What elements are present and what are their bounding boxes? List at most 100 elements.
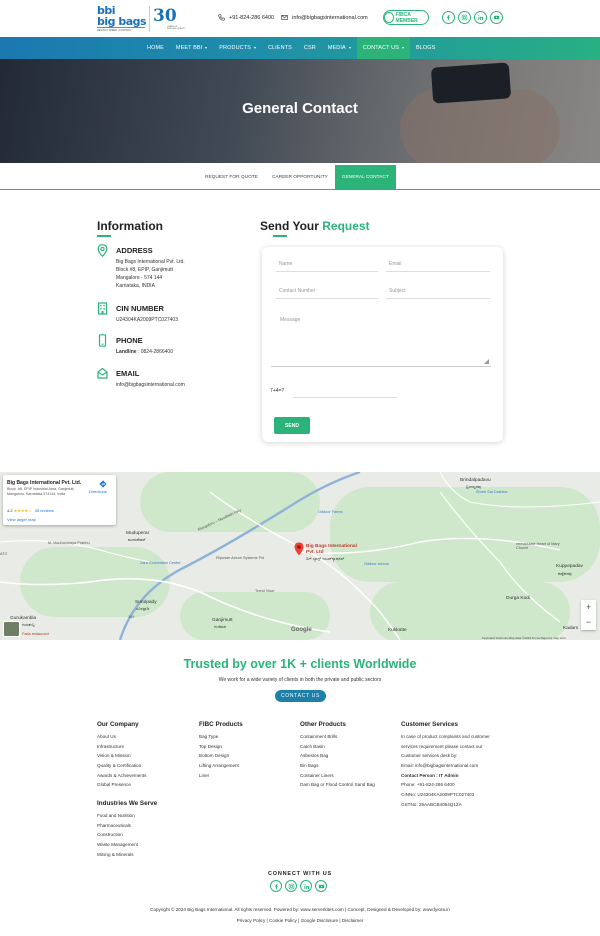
footer-link-list: Bag Type Top Design Bottom Design Lifting A… — [199, 734, 243, 782]
footer-link[interactable]: Top Design — [199, 744, 243, 754]
site-logo[interactable]: bbi big bags DESIGN | SPEED | CONTROL 30… — [97, 4, 186, 34]
map-card-rating: 4.2 ★★★★☆ 35 reviews — [7, 508, 54, 513]
footer-link[interactable]: Container Liners — [300, 773, 375, 783]
view-larger-map-link[interactable]: View larger map — [7, 517, 36, 522]
map-pin-icon[interactable] — [294, 542, 304, 556]
email-title: EMAIL — [116, 369, 140, 378]
footer-link[interactable]: Liner — [199, 773, 243, 783]
footer-link[interactable]: Quality & Certification — [97, 763, 146, 773]
youtube-icon[interactable] — [315, 880, 327, 892]
name-input[interactable]: Name — [276, 256, 378, 272]
footer-link[interactable]: Catch Basin — [300, 744, 375, 754]
instagram-icon[interactable] — [458, 11, 471, 24]
footer-link[interactable]: Vision & Mission — [97, 753, 146, 763]
chevron-down-icon — [253, 47, 256, 49]
nav-item-media[interactable]: MEDIA — [322, 37, 357, 59]
directions-icon[interactable] — [99, 480, 107, 488]
facebook-icon[interactable] — [270, 880, 282, 892]
hero-banner: General Contact — [0, 59, 600, 163]
footer-link[interactable]: Dam Bag or Flood Control Sand Bag — [300, 782, 375, 792]
facebook-icon[interactable] — [442, 11, 455, 24]
map-attribution[interactable]: Keyboard shortcuts Map data ©2024 Terms … — [482, 636, 566, 640]
email-input[interactable]: Email — [386, 256, 490, 272]
zoom-out-button[interactable]: − — [581, 615, 596, 630]
nav-item-label: CONTACT US — [362, 45, 399, 51]
footer-link[interactable]: Pharmaceuticals — [97, 823, 157, 833]
address-line: Block #8, EPIP, Ganjimutt — [116, 267, 173, 273]
footer-link[interactable]: Global Presence — [97, 782, 146, 792]
footer-socials — [270, 880, 327, 892]
tab-request-for-quote[interactable]: REQUEST FOR QUOTE — [198, 165, 265, 189]
phone-icon — [218, 14, 225, 21]
map-pin-label: Big Bags International Pvt. Ltd — [306, 544, 357, 555]
footer-link[interactable]: Containment Brills — [300, 734, 375, 744]
address-line: Karnataka, INDIA — [116, 283, 155, 289]
footer-link[interactable]: Bottom Design — [199, 753, 243, 763]
email-value[interactable]: info@bigbagsinternational.com — [116, 381, 185, 389]
footer-link[interactable]: Bag Type — [199, 734, 243, 744]
linkedin-icon[interactable] — [300, 880, 312, 892]
map-label: Oddoor school — [364, 562, 389, 566]
top-header: bbi big bags DESIGN | SPEED | CONTROL 30… — [0, 0, 600, 37]
phone-title: PHONE — [116, 336, 143, 345]
header-socials — [442, 11, 503, 24]
google-map[interactable]: Big Bags International Pvt. Ltd. Block -… — [0, 472, 600, 640]
information-underline — [97, 235, 111, 237]
nav-item-contact-us[interactable]: CONTACT US — [356, 37, 410, 59]
customer-service-line: Email: info@bigbagsinternational.com — [401, 763, 479, 769]
contact-number-input[interactable]: Contact Number — [276, 283, 378, 299]
tab-career-opportunity[interactable]: CAREER OPPORTUNITY — [265, 165, 335, 189]
header-email[interactable]: info@bigbagsinternational.com — [292, 15, 368, 21]
phone-label: Landline — [116, 349, 137, 355]
footer-link[interactable]: Lifting Arrangement — [199, 763, 243, 773]
form-heading-highlight: Request — [322, 219, 370, 233]
send-button[interactable]: SEND — [274, 417, 310, 434]
nav-item-label: MEDIA — [327, 45, 346, 51]
map-satellite-toggle[interactable] — [3, 621, 20, 637]
nav-item-clients[interactable]: CLIENTS — [262, 37, 298, 59]
phone-line: Landline : 0824-2866400 — [116, 348, 173, 356]
phone-block: PHONE Landline : 0824-2866400 — [97, 334, 237, 358]
policy-links[interactable]: Privacy Policy | Cookie Policy | Google … — [0, 918, 600, 923]
phone-value[interactable]: : 0824-2866400 — [138, 349, 173, 355]
captcha-input[interactable] — [293, 384, 397, 398]
nav-item-label: HOME — [147, 45, 164, 51]
zoom-in-button[interactable]: + — [581, 600, 596, 615]
instagram-icon[interactable] — [285, 880, 297, 892]
footer-link[interactable]: Bin Bags — [300, 763, 375, 773]
youtube-icon[interactable] — [490, 11, 503, 24]
map-reviews-link[interactable]: 35 reviews — [35, 508, 54, 513]
footer-link[interactable]: Asbestos Bag — [300, 753, 375, 763]
footer-link[interactable]: Mining & Minerals — [97, 852, 157, 862]
nav-item-blogs[interactable]: BLOGS — [410, 37, 441, 59]
contact-us-button[interactable]: CONTACT US — [275, 690, 326, 702]
nav-item-meet-bbi[interactable]: MEET BBI — [170, 37, 213, 59]
header-phone[interactable]: +91-824-286 6400 — [229, 15, 274, 21]
cin-title: CIN NUMBER — [116, 304, 164, 313]
directions-link[interactable]: Directions — [89, 489, 107, 494]
map-label: ಗಂಜಿಮಠ — [214, 625, 226, 629]
nav-item-label: CSR — [303, 45, 316, 51]
footer-link[interactable]: Awards & Achievements — [97, 773, 146, 783]
footer-link[interactable]: Infrastructure — [97, 744, 146, 754]
message-textarea[interactable]: Message — [271, 309, 491, 367]
footer-link-list: Food and Nutrition Pharmaceuticals Constru… — [97, 813, 157, 861]
address-title: ADDRESS — [116, 246, 153, 255]
captcha-question: 7+4=? — [270, 388, 285, 394]
subject-input[interactable]: Subject — [386, 283, 490, 299]
map-label: Flipower Aircon Systems Pvt — [216, 556, 265, 560]
linkedin-icon[interactable] — [474, 11, 487, 24]
tab-general-contact[interactable]: GENERAL CONTACT — [334, 165, 396, 189]
footer-link[interactable]: Construction — [97, 832, 157, 842]
map-label: Brindalpadavu — [460, 478, 491, 483]
resize-handle-icon[interactable] — [484, 359, 489, 364]
nav-item-home[interactable]: HOME — [141, 37, 170, 59]
connect-heading: CONNECT WITH US — [268, 871, 332, 877]
footer-link[interactable]: About Us — [97, 734, 146, 744]
customer-service-line: Customer services desk by: — [401, 753, 458, 759]
footer-link[interactable]: Waste Management — [97, 842, 157, 852]
footer-link[interactable]: Food and Nutrition — [97, 813, 157, 823]
nav-item-products[interactable]: PRODUCTS — [213, 37, 262, 59]
nav-item-csr[interactable]: CSR — [298, 37, 322, 59]
footer-other-products: Other Products Containment Brills Catch B… — [300, 721, 375, 792]
